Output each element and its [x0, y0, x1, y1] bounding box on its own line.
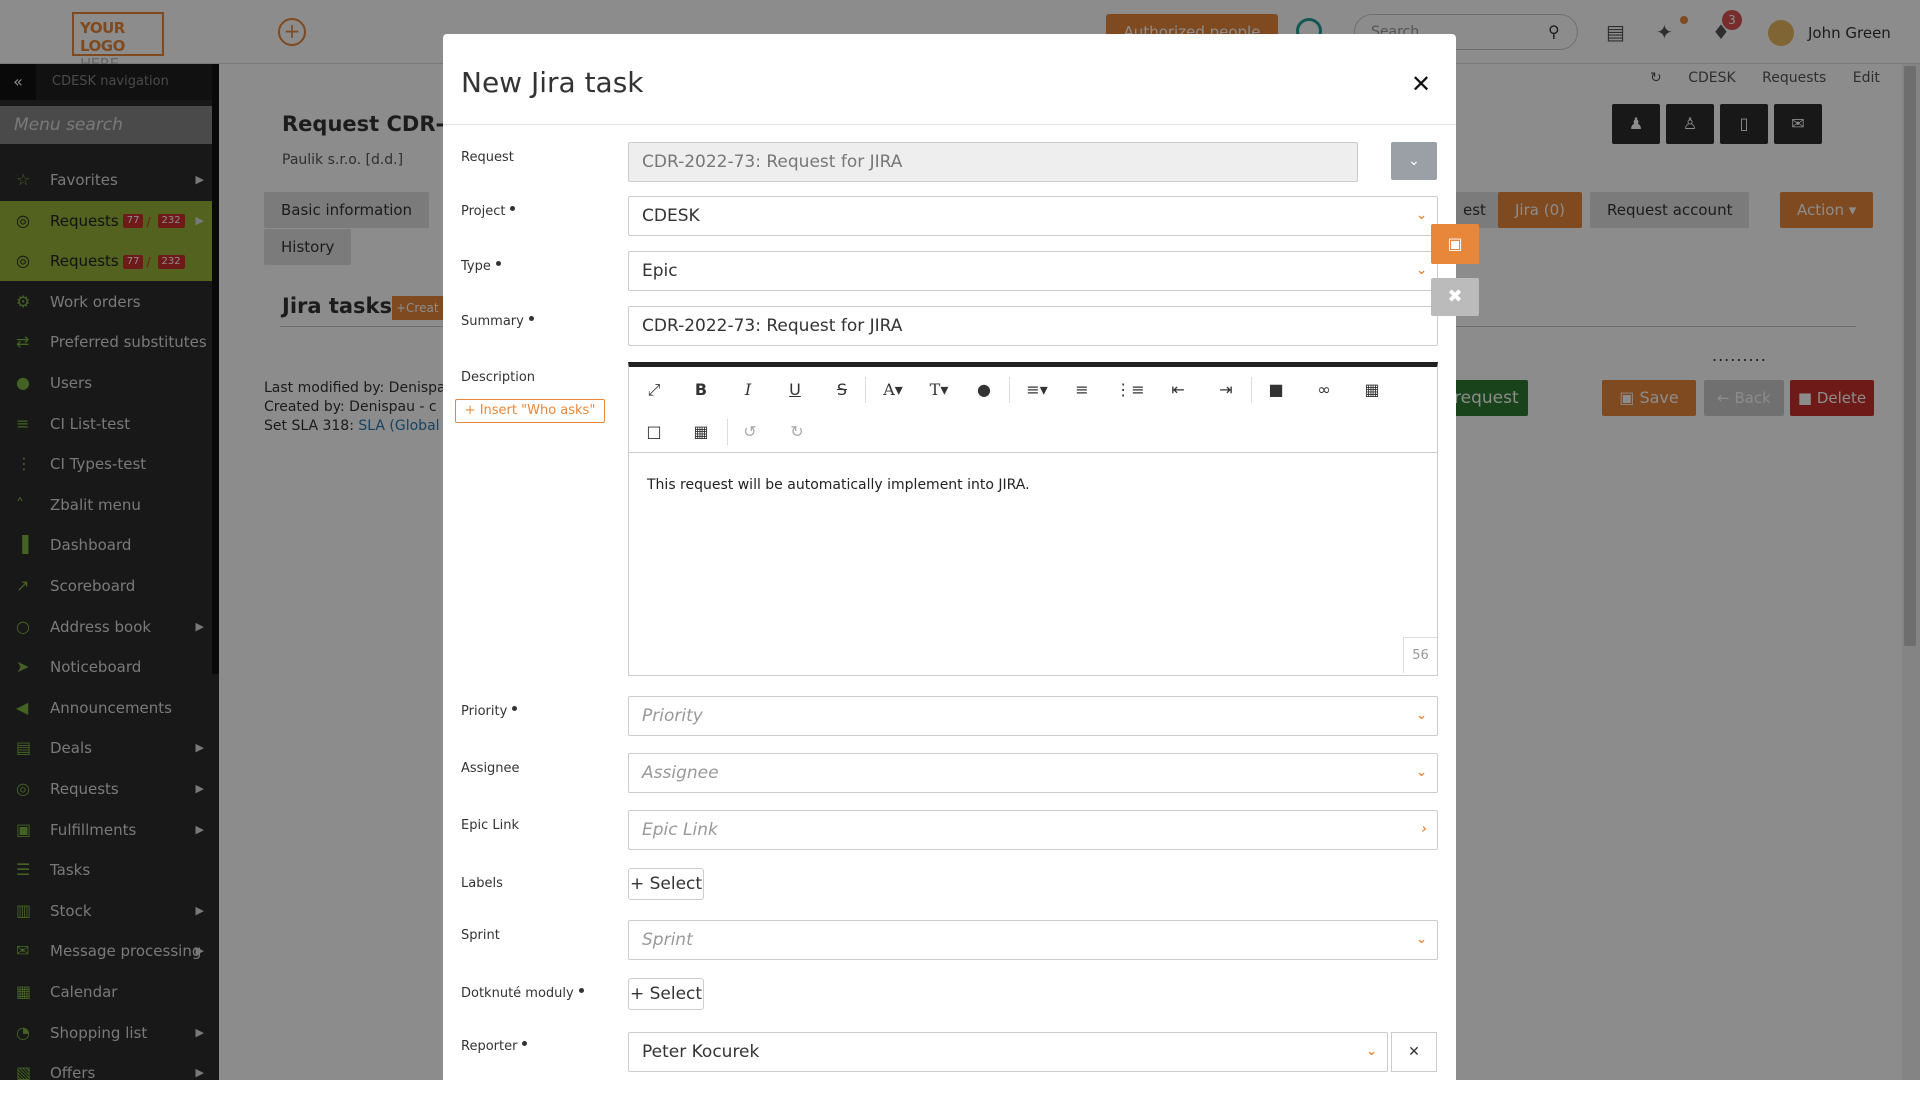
modal-title: New Jira task [461, 66, 644, 99]
labels-label: Labels [461, 876, 503, 891]
color-drop-icon[interactable]: ● [967, 373, 1001, 407]
table-icon[interactable]: ▦ [684, 415, 718, 449]
outdent-icon[interactable]: ⇤ [1161, 373, 1195, 407]
undo-icon[interactable]: ↺ [733, 415, 767, 449]
request-field: CDR-2022-73: Request for JIRA [628, 142, 1358, 182]
image-icon[interactable]: ▦ [1355, 373, 1389, 407]
project-label: Project [461, 204, 516, 219]
description-editor[interactable]: ⤢ B I U S A▾ T▾ ● ≡▾ ≡ ⋮≡ ⇤ ⇥ ■ ∞ ▦ □ ▦ … [628, 362, 1438, 676]
request-label: Request [461, 150, 514, 165]
fullscreen-icon[interactable]: ⤢ [637, 373, 671, 407]
font-size-icon[interactable]: T▾ [919, 373, 959, 407]
unordered-list-icon[interactable]: ⋮≡ [1113, 373, 1147, 407]
new-jira-task-modal: New Jira task ✕ Request CDR-2022-73: Req… [443, 34, 1456, 1080]
summary-label: Summary [461, 314, 534, 329]
strikethrough-icon[interactable]: S [825, 373, 859, 407]
epic-link-select[interactable]: Epic Link › [628, 810, 1438, 850]
sprint-label: Sprint [461, 928, 500, 943]
clear-reporter-icon[interactable]: ✕ [1391, 1032, 1437, 1072]
type-label: Type [461, 259, 501, 274]
italic-icon[interactable]: I [731, 373, 765, 407]
underline-icon[interactable]: U [778, 373, 812, 407]
labels-select-button[interactable]: + Select [628, 868, 704, 900]
ordered-list-icon[interactable]: ≡ [1065, 373, 1099, 407]
modules-select-button[interactable]: + Select [628, 978, 704, 1010]
project-select[interactable]: CDESK ⌄ [628, 196, 1438, 236]
editor-toolbar: ⤢ B I U S A▾ T▾ ● ≡▾ ≡ ⋮≡ ⇤ ⇥ ■ ∞ ▦ □ ▦ … [629, 367, 1437, 453]
reporter-select[interactable]: Peter Kocurek ⌄ [628, 1032, 1388, 1072]
modules-label: Dotknuté moduly [461, 986, 584, 1001]
priority-label: Priority [461, 704, 518, 719]
insert-who-asks-button[interactable]: + Insert "Who asks" [455, 399, 605, 423]
chevron-down-icon[interactable]: ⌄ [1391, 142, 1437, 180]
reporter-label: Reporter [461, 1039, 528, 1054]
document-icon[interactable]: □ [637, 415, 671, 449]
assignee-select[interactable]: Assignee ⌄ [628, 753, 1438, 793]
align-icon[interactable]: ≡▾ [1017, 373, 1057, 407]
close-icon[interactable]: ✕ [1411, 70, 1431, 98]
word-count: 56 [1403, 637, 1437, 673]
editor-content[interactable]: This request will be automatically imple… [647, 477, 1030, 493]
summary-input[interactable]: CDR-2022-73: Request for JIRA [628, 306, 1438, 346]
epic-link-label: Epic Link [461, 818, 519, 833]
book-icon[interactable]: ■ [1259, 373, 1293, 407]
redo-icon[interactable]: ↻ [780, 415, 814, 449]
modal-cancel-icon[interactable]: ✖ [1431, 278, 1479, 316]
assignee-label: Assignee [461, 761, 520, 776]
type-select[interactable]: Epic ⌄ [628, 251, 1438, 291]
description-label: Description [461, 370, 536, 385]
sprint-select[interactable]: Sprint ⌄ [628, 920, 1438, 960]
bold-icon[interactable]: B [684, 373, 718, 407]
modal-save-icon[interactable]: ▣ [1431, 224, 1479, 264]
indent-icon[interactable]: ⇥ [1209, 373, 1243, 407]
link-icon[interactable]: ∞ [1307, 373, 1341, 407]
font-family-icon[interactable]: A▾ [873, 373, 913, 407]
priority-select[interactable]: Priority ⌄ [628, 696, 1438, 736]
divider [443, 124, 1456, 125]
